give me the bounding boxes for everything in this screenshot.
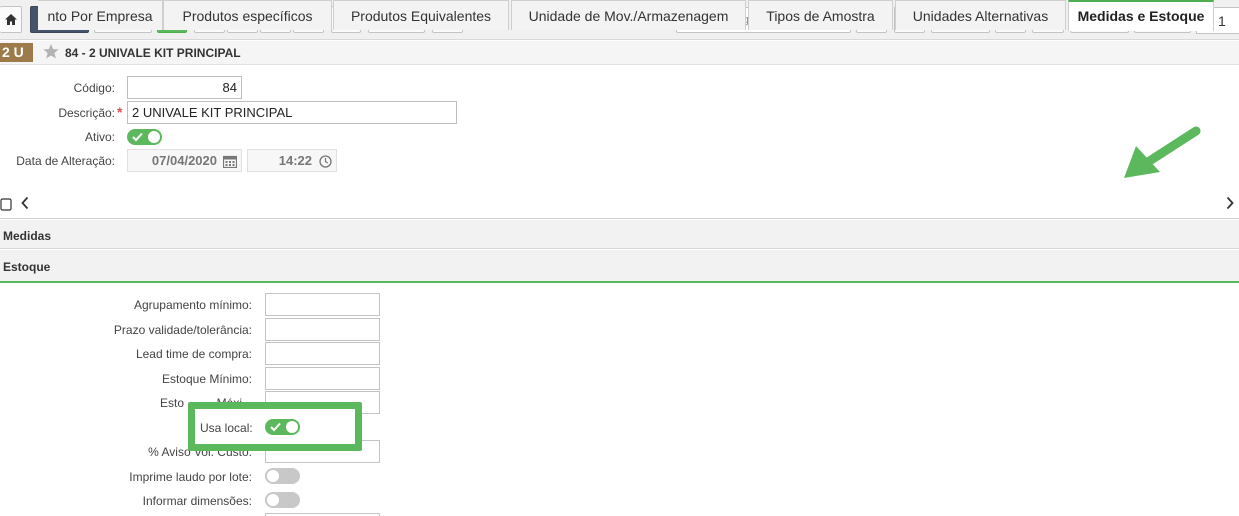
ativo-label: Ativo: xyxy=(84,130,115,144)
data-alteracao-time-field: 14:22 xyxy=(247,149,337,172)
required-marker: * xyxy=(117,104,123,120)
section-estoque[interactable]: Estoque xyxy=(0,250,1239,283)
record-header: 2 U 84 - 2 UNIVALE KIT PRINCIPAL xyxy=(0,41,1239,65)
ativo-toggle[interactable] xyxy=(127,129,162,145)
time-value: 14:22 xyxy=(278,153,312,168)
tab-medidas-estoque[interactable]: Medidas e Estoque xyxy=(1068,0,1214,31)
codigo-field[interactable]: 84 xyxy=(127,76,242,99)
tab-unidade-mov[interactable]: Unidade de Mov./Armazenagem xyxy=(511,0,746,30)
record-badge: 2 U xyxy=(0,43,33,62)
favorite-star-icon[interactable] xyxy=(42,43,60,60)
prazo-label: Prazo validade/tolerância: xyxy=(113,323,252,337)
calendar-icon xyxy=(223,155,237,168)
imprime-laudo-label: Imprime laudo por lote: xyxy=(129,470,252,484)
tab-tipos-amostra[interactable]: Tipos de Amostra xyxy=(748,0,893,30)
tabs-menu-icon[interactable] xyxy=(0,198,13,211)
tab-scroll-left-icon[interactable] xyxy=(20,196,30,210)
check-icon xyxy=(132,132,143,142)
section-medidas[interactable]: Medidas xyxy=(0,220,1239,249)
tab-unidades-alternativas[interactable]: Unidades Alternativas xyxy=(895,0,1066,30)
date-value: 07/04/2020 xyxy=(151,153,217,168)
codigo-label: Código: xyxy=(73,81,115,95)
agrupamento-label: Agrupamento mínimo: xyxy=(133,298,252,312)
usa-local-label: Usa local: xyxy=(200,421,253,435)
tab-produtos-equivalentes[interactable]: Produtos Equivalentes xyxy=(333,0,509,30)
agrupamento-input[interactable] xyxy=(265,293,380,316)
toggle-knob xyxy=(267,494,279,506)
toggle-knob xyxy=(148,131,160,143)
toggle-knob xyxy=(267,470,279,482)
informar-dimensoes-label: Informar dimensões: xyxy=(142,494,252,508)
home-icon xyxy=(4,14,17,25)
descricao-field[interactable]: 2 UNIVALE KIT PRINCIPAL xyxy=(127,101,457,124)
imprime-laudo-toggle[interactable] xyxy=(265,468,300,484)
tab-produtos-especificos[interactable]: Produtos específicos xyxy=(163,0,332,30)
record-title: 84 - 2 UNIVALE KIT PRINCIPAL xyxy=(65,46,241,60)
data-alteracao-label: Data de Alteração: xyxy=(16,154,115,168)
tabs-bar xyxy=(0,189,1239,219)
descricao-label: Descrição: xyxy=(58,106,115,120)
home-button[interactable] xyxy=(0,6,22,33)
lead-time-label: Lead time de compra: xyxy=(135,347,252,361)
check-icon xyxy=(270,422,281,432)
estoque-minimo-label: Estoque Mínimo: xyxy=(161,372,252,386)
clock-icon xyxy=(319,155,332,168)
data-alteracao-date-field: 07/04/2020 xyxy=(127,149,242,172)
tab-scroll-right-icon[interactable] xyxy=(1225,196,1235,210)
estoque-maximo-label: Esto xyxy=(159,396,184,410)
prazo-input[interactable] xyxy=(265,318,380,341)
informar-dimensoes-toggle[interactable] xyxy=(265,492,300,508)
usa-local-toggle[interactable] xyxy=(265,419,300,435)
lead-time-input[interactable] xyxy=(265,342,380,365)
tab-estoque-empresa[interactable]: nto Por Empresa xyxy=(38,0,163,30)
toggle-knob xyxy=(286,421,298,433)
green-arrow-annotation xyxy=(1124,126,1201,178)
estoque-minimo-input[interactable] xyxy=(265,367,380,390)
